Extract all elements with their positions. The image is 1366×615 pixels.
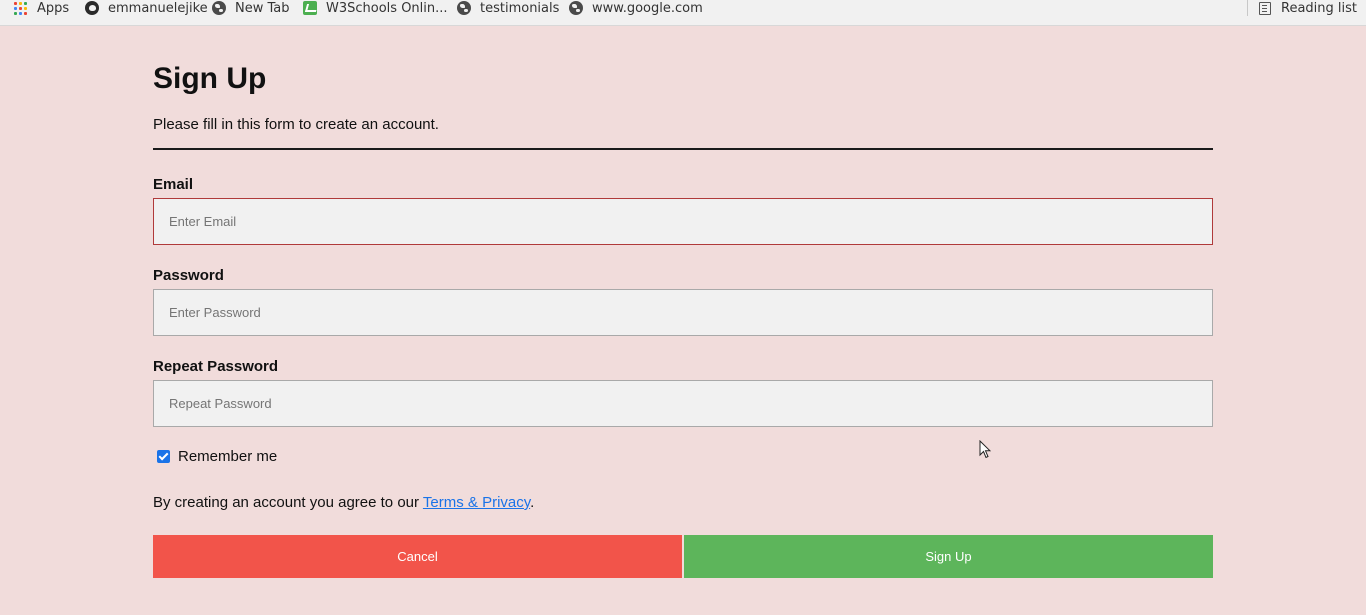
form-subtitle: Please fill in this form to create an ac… <box>153 116 439 133</box>
bookmark-label: Apps <box>37 0 70 16</box>
terms-suffix: . <box>530 494 535 511</box>
terms-privacy-link[interactable]: Terms & Privacy <box>423 494 530 511</box>
reading-list-label: Reading list <box>1281 0 1357 16</box>
github-icon <box>85 1 99 15</box>
terms-text: By creating an account you agree to our … <box>153 493 534 513</box>
remember-me[interactable]: Remember me <box>153 448 277 465</box>
apps-grid-icon <box>14 1 27 15</box>
bookmarks-separator <box>1247 0 1248 16</box>
bookmark-label: emmanuelejike <box>108 0 208 16</box>
w3schools-icon <box>303 1 317 15</box>
bookmark-w3schools[interactable]: W3Schools Onlin... <box>303 0 448 16</box>
divider <box>153 148 1213 150</box>
reading-list-icon <box>1259 1 1271 15</box>
bookmark-label: W3Schools Onlin... <box>326 0 448 16</box>
bookmark-testimonials[interactable]: testimonials <box>457 0 559 16</box>
bookmark-label: www.google.com <box>592 0 703 16</box>
remember-me-checkbox[interactable] <box>157 450 170 463</box>
globe-icon <box>457 1 471 15</box>
bookmark-label: testimonials <box>480 0 560 16</box>
password-field[interactable] <box>153 289 1213 336</box>
bookmarks-bar: Apps emmanuelejike New Tab W3Schools Onl… <box>0 0 1366 26</box>
mouse-cursor-icon <box>979 440 991 459</box>
page-title: Sign Up <box>153 62 267 95</box>
globe-icon <box>569 1 583 15</box>
password-label: Password <box>153 267 224 284</box>
terms-prefix: By creating an account you agree to our <box>153 494 423 511</box>
bookmark-new-tab[interactable]: New Tab <box>212 0 290 16</box>
repeat-password-label: Repeat Password <box>153 358 279 375</box>
email-field[interactable] <box>153 198 1213 245</box>
bookmark-github[interactable]: emmanuelejike <box>85 0 208 16</box>
bookmark-apps[interactable]: Apps <box>14 0 69 16</box>
remember-me-label: Remember me <box>178 448 278 465</box>
globe-icon <box>212 1 226 15</box>
repeat-password-field[interactable] <box>153 380 1213 427</box>
signup-button[interactable]: Sign Up <box>684 535 1213 578</box>
bookmark-google[interactable]: www.google.com <box>569 0 703 16</box>
cancel-button[interactable]: Cancel <box>153 535 682 578</box>
reading-list-button[interactable]: Reading list <box>1259 0 1357 16</box>
bookmark-label: New Tab <box>235 0 290 16</box>
email-label: Email <box>153 176 194 193</box>
